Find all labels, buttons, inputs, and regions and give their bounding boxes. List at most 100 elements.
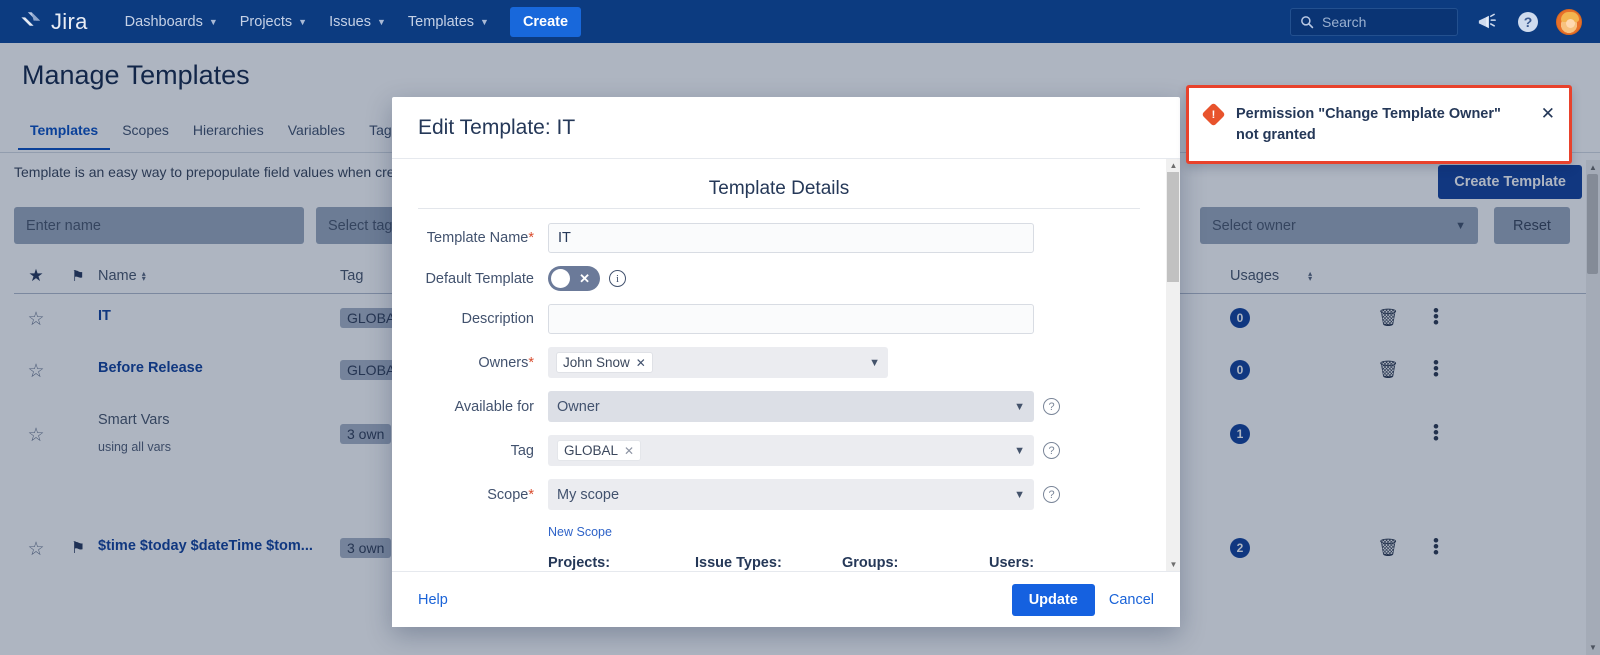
nav-dashboards[interactable]: Dashboards ▼: [114, 7, 229, 37]
update-button[interactable]: Update: [1012, 584, 1095, 616]
users-column-header: Users:: [989, 555, 1136, 571]
chevron-down-icon: ▼: [1455, 220, 1466, 232]
tab-templates[interactable]: Templates: [18, 118, 110, 150]
owners-select[interactable]: John Snow ✕ ▼: [548, 347, 888, 378]
modal-scrollbar[interactable]: ▲ ▼: [1166, 159, 1180, 571]
row-menu-button[interactable]: •••: [1416, 360, 1456, 378]
chevron-down-icon: ▼: [480, 17, 489, 27]
owner-filter-select[interactable]: Select owner ▼: [1200, 207, 1478, 244]
description-input[interactable]: [548, 304, 1034, 334]
template-link[interactable]: $time $today $dateTime $tom...: [98, 538, 313, 554]
available-for-label: Available for: [418, 399, 548, 415]
owner-chip[interactable]: John Snow ✕: [556, 352, 653, 373]
scroll-up-icon[interactable]: ▲: [1589, 163, 1597, 172]
jira-logo[interactable]: Jira: [20, 9, 88, 35]
projects-column-header: Projects:: [548, 555, 695, 571]
flag-column-icon: ⚑: [58, 267, 98, 285]
delete-row-button[interactable]: 🗑: [1360, 308, 1416, 328]
template-subtitle: using all vars: [98, 440, 340, 454]
megaphone-icon[interactable]: [1472, 8, 1500, 36]
tag-chip-label: GLOBAL: [564, 443, 618, 458]
required-asterisk: *: [528, 487, 534, 503]
scroll-down-icon[interactable]: ▼: [1170, 560, 1178, 569]
search-placeholder: Search: [1322, 14, 1366, 30]
sort-icon: ▴▾: [1308, 271, 1312, 281]
usages-cell: 0: [1230, 360, 1360, 380]
modal-footer: Help Update Cancel: [392, 571, 1180, 627]
scroll-up-icon[interactable]: ▲: [1170, 161, 1178, 170]
page-subtitle: Template is an easy way to prepopulate f…: [14, 164, 406, 180]
row-flag-icon[interactable]: ⚑: [58, 538, 98, 558]
delete-row-button[interactable]: 🗑: [1360, 360, 1416, 380]
template-name-cell[interactable]: $time $today $dateTime $tom...: [98, 538, 340, 554]
help-icon[interactable]: ?: [1043, 398, 1060, 415]
jira-logo-icon: [20, 10, 44, 34]
chevron-down-icon: ▼: [209, 17, 218, 27]
chevron-down-icon: ▼: [377, 17, 386, 27]
default-template-toggle[interactable]: ✕: [548, 266, 600, 291]
scope-label: Scope*: [418, 487, 548, 503]
row-menu-button[interactable]: •••: [1416, 538, 1456, 556]
svg-text:?: ?: [1524, 14, 1533, 30]
required-asterisk: *: [528, 355, 534, 371]
cancel-button[interactable]: Cancel: [1109, 592, 1154, 608]
close-icon: ✕: [579, 271, 590, 287]
remove-owner-icon[interactable]: ✕: [636, 356, 646, 370]
help-icon[interactable]: ?: [1514, 8, 1542, 36]
available-for-value: Owner: [557, 399, 600, 415]
create-button[interactable]: Create: [510, 7, 581, 37]
name-column-header[interactable]: Name ▴▾: [98, 268, 340, 284]
available-for-select[interactable]: Owner ▼: [548, 391, 1034, 422]
template-name-cell[interactable]: IT: [98, 308, 340, 324]
description-label: Description: [418, 311, 548, 327]
template-name-cell[interactable]: Smart Vars using all vars: [98, 412, 340, 454]
delete-row-button[interactable]: 🗑: [1360, 538, 1416, 558]
page-scrollbar[interactable]: ▲ ▼: [1586, 160, 1600, 655]
nav-right-group: Search ?: [1290, 8, 1582, 36]
favorite-star-icon[interactable]: ☆: [14, 412, 58, 447]
help-link[interactable]: Help: [418, 592, 448, 608]
favorite-star-icon[interactable]: ☆: [14, 360, 58, 383]
nav-templates[interactable]: Templates ▼: [397, 7, 500, 37]
toggle-knob: [551, 269, 570, 288]
template-link[interactable]: IT: [98, 308, 111, 324]
search-icon: [1300, 15, 1314, 29]
new-scope-link[interactable]: New Scope: [548, 525, 612, 539]
template-name-cell[interactable]: Before Release: [98, 360, 340, 376]
search-input[interactable]: Search: [1290, 8, 1458, 36]
page-scrollbar-thumb[interactable]: [1587, 174, 1598, 274]
template-name-input[interactable]: IT: [548, 223, 1034, 253]
favorite-star-icon[interactable]: ☆: [14, 308, 58, 331]
favorite-star-icon[interactable]: ☆: [14, 538, 58, 561]
scroll-down-icon[interactable]: ▼: [1589, 643, 1597, 652]
tab-variables[interactable]: Variables: [276, 118, 357, 150]
tab-hierarchies[interactable]: Hierarchies: [181, 118, 276, 150]
error-diamond-icon: !: [1205, 104, 1222, 145]
help-icon[interactable]: ?: [1043, 486, 1060, 503]
name-filter-input[interactable]: Enter name: [14, 207, 304, 244]
nav-issues[interactable]: Issues ▼: [318, 7, 397, 37]
row-menu-button[interactable]: •••: [1416, 412, 1456, 442]
help-icon[interactable]: ?: [1043, 442, 1060, 459]
usages-column-header[interactable]: Usages ▴▾: [1230, 268, 1360, 284]
tag-chip[interactable]: GLOBAL ✕: [557, 440, 641, 461]
usages-cell: 1: [1230, 412, 1360, 444]
required-asterisk: *: [528, 230, 534, 246]
close-icon[interactable]: ✕: [1541, 104, 1555, 145]
template-link[interactable]: Before Release: [98, 360, 203, 376]
remove-tag-icon[interactable]: ✕: [624, 444, 634, 458]
field-template-name: Template Name* IT: [392, 223, 1166, 253]
avatar[interactable]: [1556, 9, 1582, 35]
scope-select[interactable]: My scope ▼: [548, 479, 1034, 510]
nav-projects[interactable]: Projects ▼: [229, 7, 318, 37]
owner-filter-label: Select owner: [1212, 218, 1296, 234]
scope-columns-header: Projects: Issue Types: Groups: Users:: [548, 555, 1136, 571]
create-template-button[interactable]: Create Template: [1438, 165, 1582, 199]
modal-scrollbar-thumb[interactable]: [1167, 172, 1179, 282]
info-icon[interactable]: i: [609, 270, 626, 287]
tag-select[interactable]: GLOBAL ✕ ▼: [548, 435, 1034, 466]
tab-scopes[interactable]: Scopes: [110, 118, 181, 150]
row-menu-button[interactable]: •••: [1416, 308, 1456, 326]
template-details-heading: Template Details: [392, 159, 1166, 208]
reset-button[interactable]: Reset: [1494, 207, 1570, 244]
